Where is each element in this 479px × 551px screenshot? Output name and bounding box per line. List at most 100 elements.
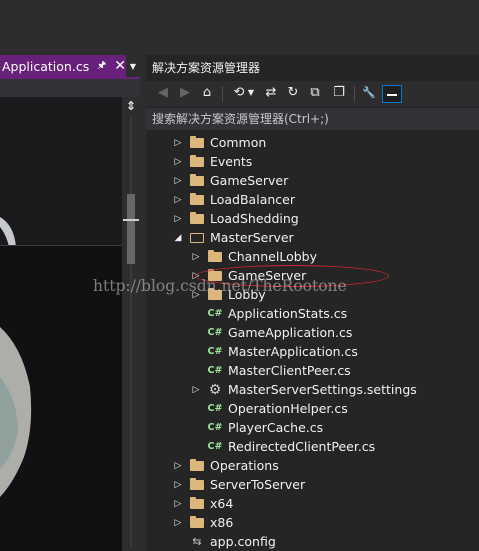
folder-icon [190,154,204,167]
tree-item-icon: ⚙ [208,382,222,398]
tree-item[interactable]: ▷ GameServer [190,266,479,285]
expand-arrow-icon[interactable]: ▷ [172,461,184,471]
editor-area[interactable] [0,97,122,551]
tree-item[interactable]: C# PlayerCache.cs [190,418,479,437]
expand-arrow-icon[interactable]: ▷ [190,271,202,281]
tree-item[interactable]: ▷ LoadShedding [172,209,479,228]
tree-item-icon [208,268,222,283]
tree-item-label: x64 [210,496,234,511]
tree-item[interactable]: ▷ ChannelLobby [190,247,479,266]
tree-item-icon [190,154,204,169]
tree-item-label: x86 [210,515,234,530]
expand-arrow-icon[interactable]: ▷ [172,138,184,148]
dash-icon [387,94,397,96]
preview-toggle-button[interactable] [382,85,402,103]
tree-item-icon [190,458,204,473]
tree-item[interactable]: ▷ Events [172,152,479,171]
expand-arrow-icon[interactable]: ▷ [190,385,202,395]
tree-item-label: app.config [210,534,276,549]
tree-item-label: LoadShedding [210,211,299,226]
tree-item[interactable]: ◢ MasterServer [172,228,479,247]
pin-icon[interactable]: 🖈 [96,58,107,75]
chevron-down-icon[interactable]: ▼ [246,84,256,102]
tree-item-icon [190,496,204,511]
folder-icon [190,211,204,224]
tree-item[interactable]: ▷ LoadBalancer [172,190,479,209]
expand-arrow-icon[interactable]: ▷ [172,518,184,528]
refresh-icon[interactable]: ↻ [284,84,302,102]
document-tab[interactable]: Application.cs 🖈 ✕ [0,55,126,77]
tree-item-icon [190,173,204,188]
tree-item-label: Operations [210,458,279,473]
tree-item-icon [190,192,204,207]
tree-item[interactable]: ▷ GameServer [172,171,479,190]
show-all-files-icon[interactable]: ❐ [330,84,348,102]
wrench-icon[interactable]: 🔧 [360,84,378,102]
tree-item[interactable]: ▷ Lobby [190,285,479,304]
csharp-file-icon: C# [207,440,223,452]
tree-item-icon [190,515,204,530]
tree-item[interactable]: ▷ x64 [172,494,479,513]
expand-arrow-icon[interactable]: ▷ [172,499,184,509]
split-handle-icon[interactable]: ⇕ [126,99,136,113]
tree-item-icon: C# [208,402,223,416]
tree-item[interactable]: ▷ Common [172,133,479,152]
solution-tree: ▷ Common ▷ Events ▷ GameServer ▷ LoadBalancer ▷ L… [146,133,479,551]
tree-item[interactable]: C# MasterClientPeer.cs [190,361,479,380]
scrollbar-thumb[interactable] [127,194,135,264]
expand-arrow-icon[interactable]: ▷ [172,176,184,186]
tree-item[interactable]: ▷ ServerToServer [172,475,479,494]
tree-item-icon [190,231,204,245]
toolbar-separator [222,86,223,102]
tree-item-icon [208,287,222,302]
collapse-arrow-icon[interactable]: ◢ [172,233,184,243]
tree-item-icon: C# [208,421,223,435]
title-strip [0,0,479,55]
back-icon[interactable]: ◀ [154,84,172,102]
tree-item[interactable]: ▷ x86 [172,513,479,532]
tree-item[interactable]: C# ApplicationStats.cs [190,304,479,323]
tree-item-label: GameApplication.cs [228,325,353,340]
tree-item-label: MasterClientPeer.cs [228,363,351,378]
editor-scrollbar[interactable]: ⇕ [122,97,140,551]
folder-icon [190,515,204,528]
tree-item-icon: C# [208,326,223,340]
close-icon[interactable]: ✕ [114,58,126,74]
tree-item[interactable]: C# RedirectedClientPeer.cs [190,437,479,456]
csharp-file-icon: C# [207,364,223,376]
folder-icon [208,268,222,281]
scrollbar-track [130,117,132,547]
tree-item-label: MasterApplication.cs [228,344,358,359]
scrollbar-position-marker [123,219,139,221]
sync-icon[interactable]: ⇄ [262,84,280,102]
expand-arrow-icon[interactable]: ▷ [172,214,184,224]
folder-icon [190,173,204,186]
editor-divider-line [0,245,122,246]
folder-icon [190,477,204,490]
tree-item-label: GameServer [210,173,289,188]
forward-icon[interactable]: ▶ [176,84,194,102]
search-input[interactable]: 搜索解决方案资源管理器(Ctrl+;) [146,108,479,130]
tree-item[interactable]: ⇆ app.config [172,532,479,551]
tree-item[interactable]: ▷ Operations [172,456,479,475]
tree-item-icon [190,211,204,226]
collapse-all-icon[interactable]: ⧉ [306,84,324,102]
tree-item[interactable]: C# MasterApplication.cs [190,342,479,361]
expand-arrow-icon[interactable]: ▷ [172,157,184,167]
expand-arrow-icon[interactable]: ▷ [172,195,184,205]
expand-arrow-icon[interactable]: ▷ [172,480,184,490]
home-icon[interactable]: ⌂ [198,84,216,102]
tree-item-label: Lobby [228,287,266,302]
tree-item[interactable]: C# GameApplication.cs [190,323,479,342]
tree-item[interactable]: C# OperationHelper.cs [190,399,479,418]
expand-arrow-icon[interactable]: ▷ [190,290,202,300]
tree-item[interactable]: ▷ ⚙ MasterServerSettings.settings [190,380,479,399]
chevron-down-icon[interactable]: ▼ [128,60,138,74]
tree-item-icon: C# [208,345,223,359]
folder-open-icon [190,232,204,243]
tree-item-icon [208,249,222,264]
csharp-file-icon: C# [207,307,223,319]
expand-arrow-icon[interactable]: ▷ [190,252,202,262]
navigation-bar[interactable] [0,79,140,97]
tree-item-icon [190,135,204,150]
